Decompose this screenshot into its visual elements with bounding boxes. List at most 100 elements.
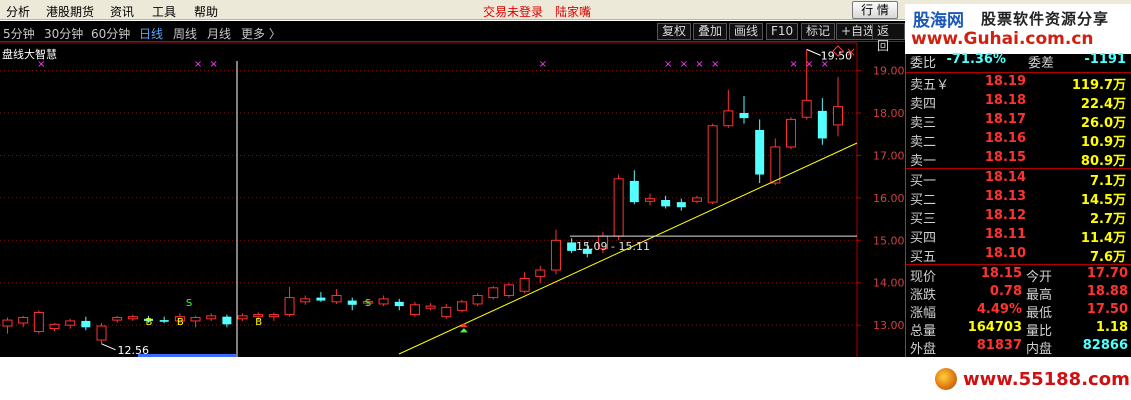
period-toolbar: 5分钟 30分钟 60分钟 日线 周线 月线 更多 〉 复权 叠加 画线 F10… [0, 21, 905, 53]
candle-body [613, 178, 624, 237]
period-more[interactable]: 更多 〉 [241, 25, 281, 42]
signal-marker: × [680, 59, 688, 70]
back-button[interactable]: 返回 [872, 23, 905, 53]
candle-body [707, 125, 718, 203]
sell-level-row[interactable]: 卖四 18.18 22.4万 [906, 93, 1131, 112]
candle-body [723, 110, 734, 127]
level-price: 18.18 [984, 93, 1026, 108]
level-label: 买三 [910, 212, 937, 227]
buy-level-row[interactable]: 买二 18.13 14.5万 [906, 189, 1131, 208]
candle-body [503, 284, 514, 296]
sell-level-row[interactable]: 卖一 18.15 80.9万 [906, 150, 1131, 169]
period-weekly[interactable]: 周线 [173, 25, 197, 42]
buy-level-row[interactable]: 买四 18.11 11.4万 [906, 227, 1131, 246]
candle-body [786, 118, 796, 148]
stat-value: 18.88 [1086, 284, 1128, 299]
sell-level-row[interactable]: 卖三 18.17 26.0万 [906, 112, 1131, 131]
y-axis-label: 13.00 [873, 319, 905, 332]
level-price: 18.13 [984, 189, 1026, 204]
candle-body [190, 317, 201, 322]
period-daily[interactable]: 日线 [139, 25, 163, 42]
watermark-guhai: 股海网 股票软件资源分享 www.Guhai.com.cn [905, 4, 1131, 54]
stat-label: 涨幅 [910, 306, 937, 321]
stat-value: 1.18 [1095, 320, 1128, 335]
candle-body [567, 242, 577, 251]
candle-body [425, 305, 436, 309]
stat-row: 涨跌 0.78 最高 18.88 [906, 284, 1131, 303]
candle-body [159, 320, 169, 322]
menu-hk-futures[interactable]: 港股期货 [46, 3, 94, 20]
commission-ratio: -71.36% [946, 52, 1006, 67]
y-axis-label: 17.00 [873, 149, 905, 162]
menu-analysis[interactable]: 分析 [6, 3, 30, 20]
watermark-tagline: 股票软件资源分享 [981, 10, 1110, 28]
menu-tools[interactable]: 工具 [152, 3, 176, 20]
level-label: 买一 [910, 174, 937, 189]
level-volume: 7.1万 [1089, 174, 1126, 189]
buy-level-row[interactable]: 买一 18.14 7.1万 [906, 170, 1131, 189]
candle-body [127, 316, 138, 320]
level-volume: 22.4万 [1080, 97, 1126, 112]
fuquan-button[interactable]: 复权 [657, 23, 692, 40]
menu-news[interactable]: 资讯 [110, 3, 134, 20]
watermark-bottom-url: www.55188.com [963, 369, 1130, 390]
f10-button[interactable]: F10 [766, 23, 799, 40]
candle-body [206, 315, 217, 320]
level-price: 18.10 [984, 246, 1026, 261]
candle-body [316, 297, 326, 301]
candle-body [65, 320, 76, 326]
level-label: 卖二 [910, 135, 937, 150]
menu-help[interactable]: 帮助 [194, 3, 218, 20]
low-pointer [101, 343, 116, 351]
kline-chart[interactable]: 19.00 18.00 17.00 16.00 15.00 14.00 13.00 15.09… [0, 21, 905, 357]
candle-body [535, 269, 546, 277]
candle-body [112, 317, 123, 321]
y-axis-label: 14.00 [873, 277, 905, 290]
period-monthly[interactable]: 月线 [207, 25, 231, 42]
candle-body [739, 113, 749, 119]
level-volume: 2.7万 [1089, 212, 1126, 227]
candle-body [456, 301, 467, 311]
commission-row: 委比 -71.36% 委差 -1191 [906, 52, 1131, 71]
candle-body [347, 300, 357, 305]
trade-login-status[interactable]: 交易未登录 [483, 3, 543, 20]
y-axis-label: 16.00 [873, 192, 905, 205]
stat-label: 内盘 [1026, 342, 1053, 357]
level-label: 买四 [910, 231, 937, 246]
sell-level-row[interactable]: 卖二 18.16 10.9万 [906, 131, 1131, 150]
overlay-button[interactable]: 叠加 [693, 23, 728, 40]
mark-button[interactable]: 标记 [801, 23, 836, 40]
period-5min[interactable]: 5分钟 [3, 25, 35, 42]
candle-body [81, 320, 91, 328]
buy-level-row[interactable]: 买五 18.10 7.6万 [906, 246, 1131, 265]
quote-panel: 委比 -71.36% 委差 -1191 卖五￥ 18.19 119.7万 卖四 18.1… [905, 52, 1131, 357]
signal-marker: × [821, 59, 829, 70]
level-label: 买五 [910, 250, 937, 265]
quote-button[interactable]: 行 情 [852, 1, 898, 19]
period-30min[interactable]: 30分钟 [44, 25, 83, 42]
candle-body [629, 180, 639, 203]
stat-value: 81837 [976, 338, 1022, 353]
level-label: 卖三 [910, 116, 937, 131]
level-price: 18.14 [984, 170, 1026, 185]
sell-level-row[interactable]: 卖五￥ 18.19 119.7万 [906, 74, 1131, 93]
level-label: 卖一 [910, 154, 937, 169]
high-pointer [806, 48, 821, 56]
candle-body [284, 297, 295, 316]
draw-line-button[interactable]: 画线 [729, 23, 764, 40]
level-price: 18.17 [984, 112, 1026, 127]
candle-body [49, 323, 60, 330]
trade-signal-label: B [255, 317, 262, 328]
level-volume: 119.7万 [1071, 78, 1126, 93]
stat-label: 外盘 [910, 342, 937, 357]
candle-body [644, 198, 655, 202]
stat-value: 17.70 [1086, 266, 1128, 281]
indicator-name[interactable]: 盘线大智慧 [2, 46, 57, 62]
stat-label: 最高 [1026, 288, 1053, 303]
commission-diff: -1191 [1084, 52, 1126, 67]
candle-body [755, 129, 765, 175]
period-60min[interactable]: 60分钟 [91, 25, 130, 42]
buy-level-row[interactable]: 买三 18.12 2.7万 [906, 208, 1131, 227]
candle-body [550, 239, 561, 271]
trade-signal-label: S [365, 298, 371, 309]
